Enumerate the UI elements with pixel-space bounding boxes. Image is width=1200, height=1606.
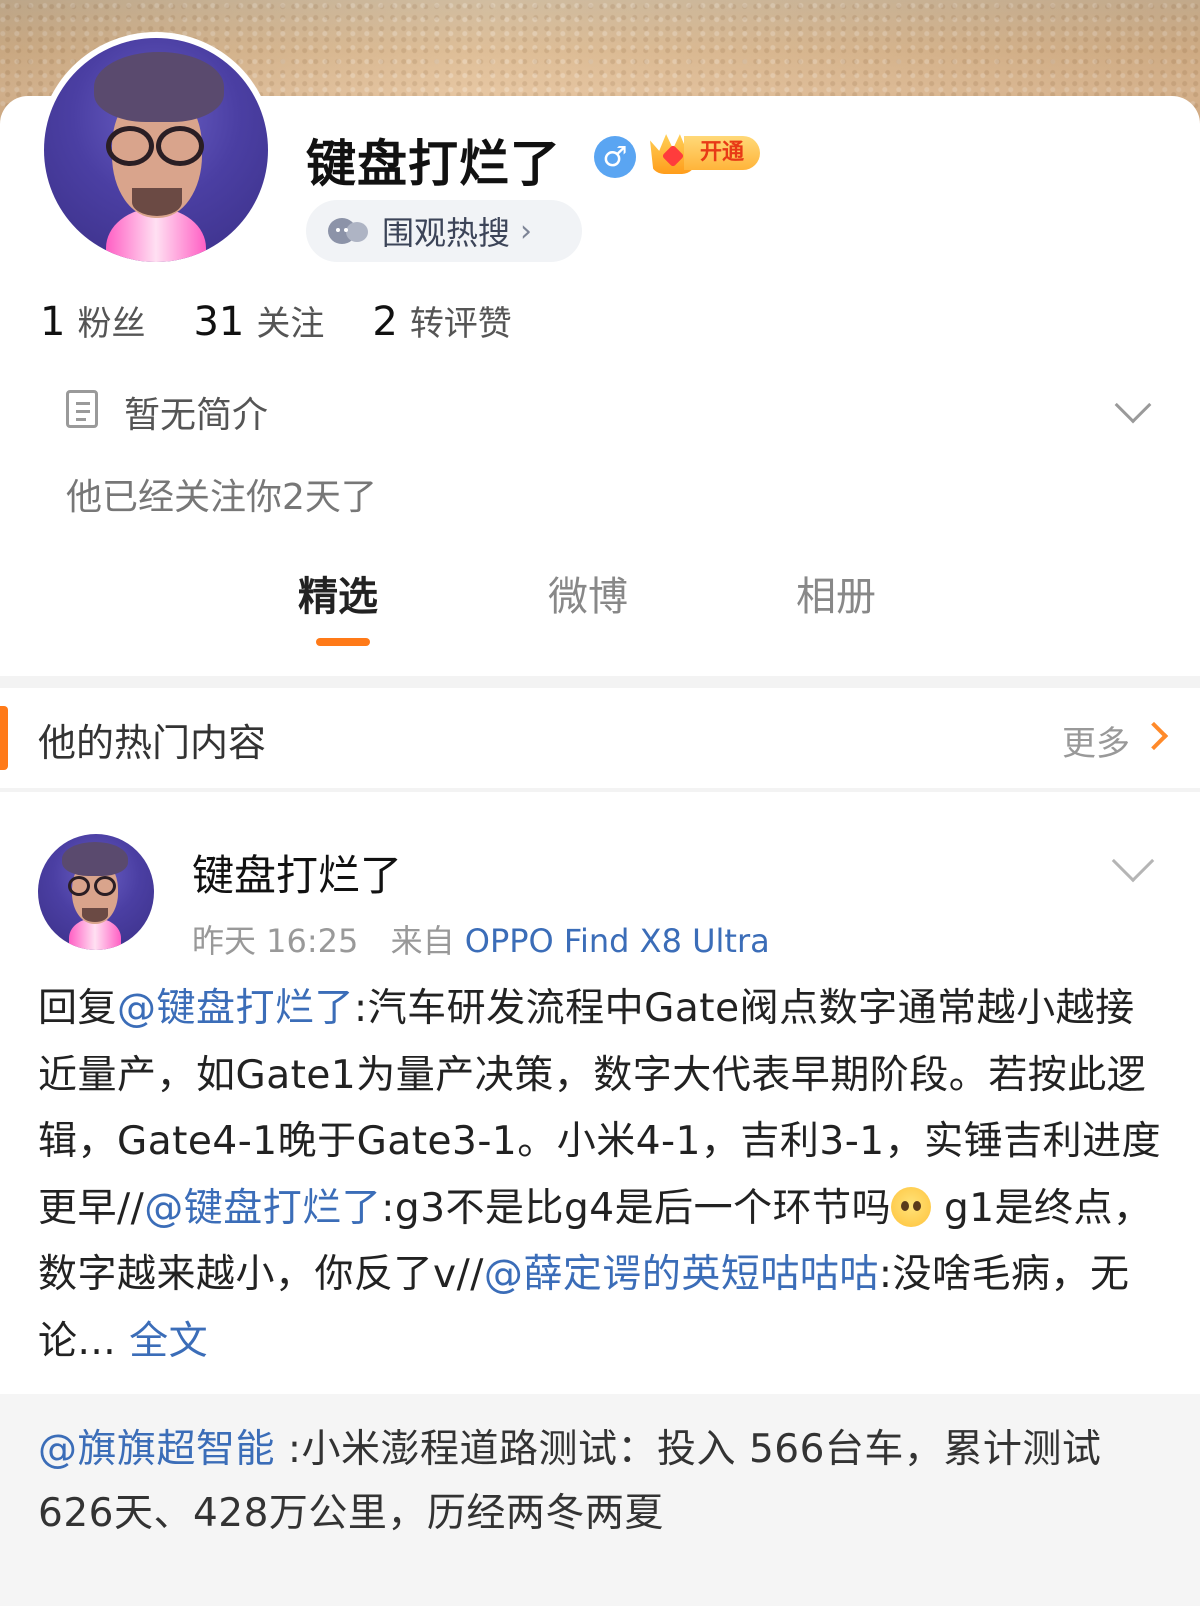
post-time: 昨天 16:25 <box>192 922 359 960</box>
profile-stats: 1 粉丝 31 关注 2 转评赞 <box>40 296 560 345</box>
active-tab-indicator <box>316 638 370 646</box>
profile-username: 键盘打烂了 <box>306 135 561 193</box>
watch-eyes-icon <box>328 216 368 246</box>
tab-weibo[interactable]: 微博 <box>548 564 628 622</box>
profile-tabs: 精选 微博 相册 <box>0 564 1200 658</box>
chevron-right-icon: › <box>520 213 533 249</box>
document-icon <box>66 390 98 428</box>
repost-quote[interactable]: @旗旗超智能 :小米澎程道路测试：投入 566台车，累计测试626天、428万公… <box>0 1394 1200 1606</box>
post-author-name[interactable]: 键盘打烂了 <box>192 842 402 903</box>
section-title: 他的热门内容 <box>38 721 267 765</box>
interactions-count: 2 <box>372 299 398 345</box>
vip-open-badge[interactable]: 开通 <box>650 132 762 174</box>
following-label: 关注 <box>256 304 325 344</box>
post-meta: 昨天 16:25 来自 OPPO Find X8 Ultra <box>192 916 770 962</box>
post-device-link[interactable]: OPPO Find X8 Ultra <box>465 922 770 960</box>
bio-row[interactable]: 暂无简介 <box>66 386 1156 436</box>
hot-content-header: 他的热门内容 更多 <box>0 688 1200 788</box>
follow-duration-note: 他已经关注你2天了 <box>66 477 377 518</box>
section-accent-bar <box>0 706 8 770</box>
tab-album[interactable]: 相册 <box>796 564 876 622</box>
post-card[interactable]: 键盘打烂了 昨天 16:25 来自 OPPO Find X8 Ultra 回复@… <box>0 792 1200 1394</box>
post-author-avatar[interactable] <box>38 834 154 950</box>
post-text: 回复@键盘打烂了:汽车研发流程中Gate阀点数字通常越小越接近量产，如Gate1… <box>38 976 1168 1375</box>
followers-count: 1 <box>40 299 66 345</box>
chevron-right-icon[interactable] <box>1139 721 1169 751</box>
male-gender-icon: ♂ <box>594 136 636 178</box>
post-source-prefix: 来自 <box>390 922 455 960</box>
bio-text: 暂无简介 <box>124 395 269 436</box>
avatar-image <box>44 38 268 262</box>
hot-search-button[interactable]: 围观热搜 › <box>306 200 582 262</box>
vip-open-label: 开通 <box>684 136 760 170</box>
post-text-part: :g3不是比g4是后一个环节吗 <box>381 1185 892 1231</box>
full-text-link[interactable]: 全文 <box>129 1319 208 1364</box>
avatar-image <box>38 834 154 950</box>
followers-label: 粉丝 <box>77 304 146 344</box>
reply-prefix: 回复 <box>38 986 118 1031</box>
mention-link[interactable]: @键盘打烂了 <box>144 1186 381 1231</box>
pleading-face-icon <box>891 1186 932 1227</box>
repost-text: @旗旗超智能 :小米澎程道路测试：投入 566台车，累计测试626天、428万公… <box>38 1418 1168 1546</box>
following-count: 31 <box>193 299 245 345</box>
stat-following[interactable]: 31 关注 <box>193 296 324 345</box>
stat-interactions[interactable]: 2 转评赞 <box>372 296 511 345</box>
profile-avatar[interactable] <box>38 32 274 268</box>
mention-link[interactable]: @薛定谔的英短咕咕咕 <box>484 1252 879 1297</box>
mention-link[interactable]: @旗旗超智能 <box>38 1427 275 1472</box>
stat-followers[interactable]: 1 粉丝 <box>40 296 145 345</box>
more-link[interactable]: 更多 <box>1062 716 1130 765</box>
chevron-down-icon[interactable] <box>1111 839 1155 883</box>
chevron-down-icon[interactable] <box>1114 386 1152 424</box>
interactions-label: 转评赞 <box>409 304 512 344</box>
mention-link[interactable]: @键盘打烂了 <box>117 986 354 1031</box>
tab-featured[interactable]: 精选 <box>298 564 378 622</box>
hot-search-label: 围观热搜 <box>382 214 511 252</box>
